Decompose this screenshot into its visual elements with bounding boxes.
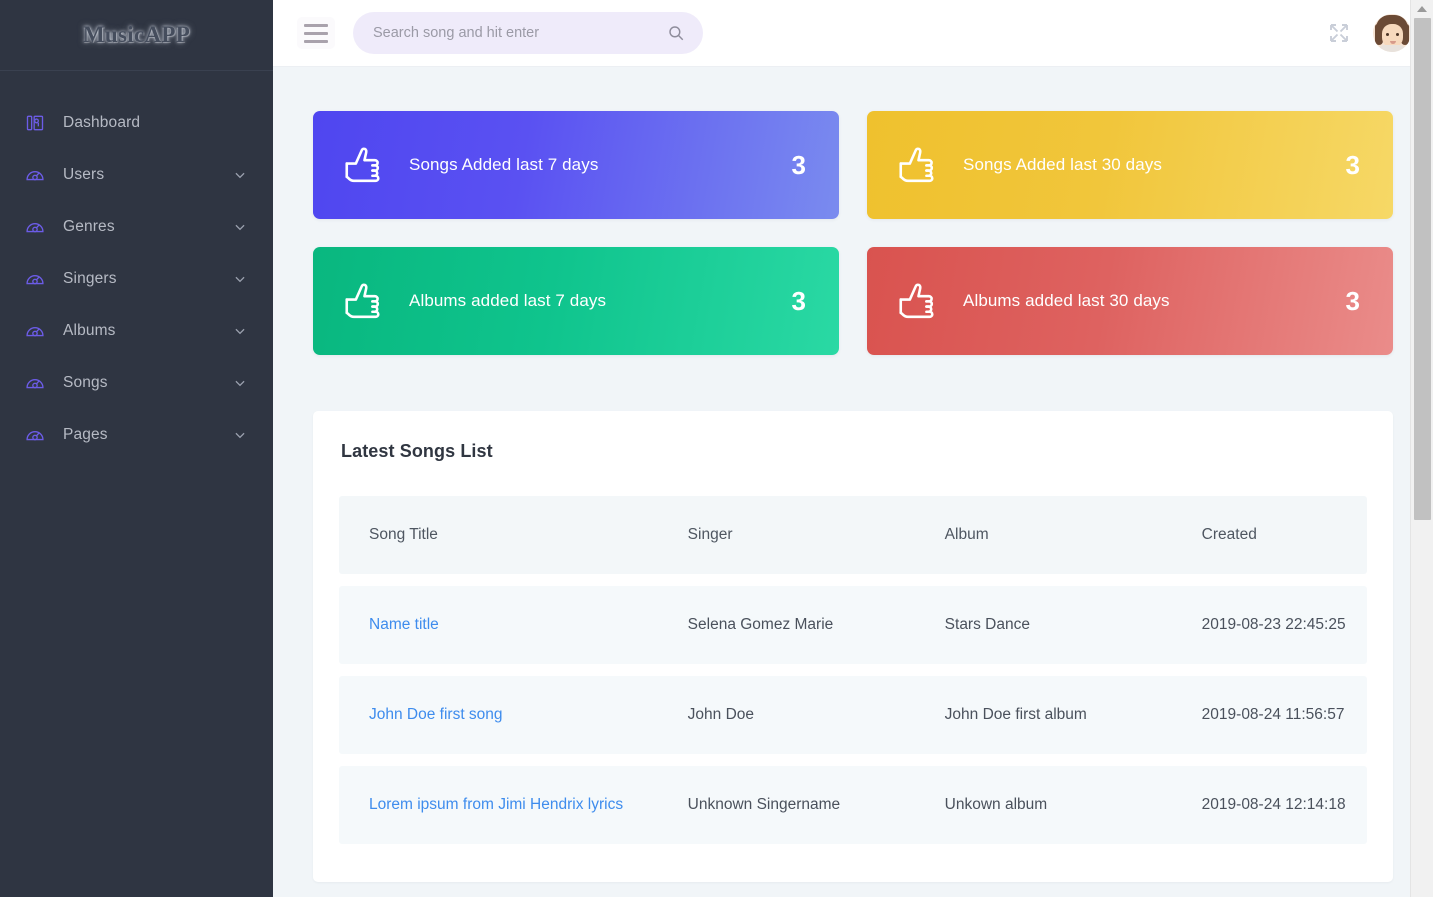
- avatar-shoulders: [1378, 45, 1406, 52]
- sidebar-item-songs[interactable]: Songs: [0, 357, 273, 409]
- vertical-scrollbar[interactable]: [1410, 0, 1433, 897]
- chevron-down-icon[interactable]: [233, 220, 247, 234]
- cell-singer: Unknown Singername: [657, 766, 915, 844]
- cell-album: John Doe first album: [914, 676, 1172, 754]
- cell-song-title: Name title: [339, 586, 658, 664]
- thumbs-up-icon: [341, 278, 387, 324]
- thumbs-up-icon: [895, 142, 941, 188]
- sidebar-item-albums[interactable]: Albums: [0, 305, 273, 357]
- app-root: MusicAPP Dashboard Users Genres Singers …: [0, 0, 1433, 897]
- chevron-down-icon[interactable]: [233, 324, 247, 338]
- stat-card-value: 3: [1345, 149, 1360, 180]
- sidebar-nav: Dashboard Users Genres Singers Albums So…: [0, 71, 273, 461]
- sidebar: MusicAPP Dashboard Users Genres Singers …: [0, 0, 273, 897]
- scrollbar-thumb[interactable]: [1414, 18, 1431, 520]
- latest-songs-table: Song Title Singer Album Created Name tit…: [339, 484, 1367, 856]
- column-header-created[interactable]: Created: [1171, 496, 1367, 574]
- latest-songs-panel: Latest Songs List Song Title Singer Albu…: [313, 411, 1393, 882]
- stat-card-albums-30-days[interactable]: Albums added last 30 days 3: [867, 247, 1393, 355]
- sidebar-item-label: Dashboard: [63, 114, 141, 131]
- gauge-icon: [24, 216, 46, 238]
- column-header-singer[interactable]: Singer: [657, 496, 915, 574]
- table-head: Song Title Singer Album Created: [339, 496, 1367, 574]
- topbar-actions: [1327, 14, 1411, 52]
- hamburger-bar: [304, 31, 328, 35]
- dashboard-icon: [24, 112, 46, 134]
- avatar-eye: [1386, 33, 1389, 36]
- search-input[interactable]: [373, 25, 667, 41]
- cell-song-title: Lorem ipsum from Jimi Hendrix lyrics: [339, 766, 658, 844]
- cell-album: Unkown album: [914, 766, 1172, 844]
- song-title-link[interactable]: Name title: [369, 616, 439, 633]
- scroll-up-arrow-glyph: [1417, 6, 1427, 12]
- sidebar-item-label: Singers: [63, 270, 117, 287]
- stat-card-value: 3: [791, 149, 806, 180]
- main-area: Songs Added last 7 days 3 Songs Added: [273, 0, 1433, 897]
- dashboard-content: Songs Added last 7 days 3 Songs Added la…: [273, 67, 1433, 897]
- sidebar-item-label: Songs: [63, 374, 108, 391]
- table-row: Lorem ipsum from Jimi Hendrix lyrics Unk…: [339, 766, 1367, 844]
- stat-card-label: Albums added last 30 days: [963, 291, 1170, 310]
- table-row: John Doe first song John Doe John Doe fi…: [339, 676, 1367, 754]
- gauge-icon: [24, 268, 46, 290]
- sidebar-item-users[interactable]: Users: [0, 149, 273, 201]
- song-title-link[interactable]: John Doe first song: [369, 706, 503, 723]
- hamburger-icon[interactable]: [297, 17, 335, 49]
- chevron-down-icon[interactable]: [233, 376, 247, 390]
- topbar: [273, 0, 1433, 67]
- brand-logo[interactable]: MusicAPP: [0, 0, 273, 71]
- gauge-icon: [24, 372, 46, 394]
- expand-arrows-icon[interactable]: [1327, 21, 1351, 45]
- cell-created: 2019-08-24 11:56:57: [1171, 676, 1367, 754]
- sidebar-item-dashboard[interactable]: Dashboard: [0, 97, 273, 149]
- column-header-song-title[interactable]: Song Title: [339, 496, 658, 574]
- stat-card-value: 3: [1345, 285, 1360, 316]
- sidebar-item-singers[interactable]: Singers: [0, 253, 273, 305]
- cell-singer: Selena Gomez Marie: [657, 586, 915, 664]
- thumbs-up-icon: [341, 142, 387, 188]
- sidebar-item-label: Albums: [63, 322, 116, 339]
- sidebar-item-label: Users: [63, 166, 105, 183]
- table-header-row: Song Title Singer Album Created: [339, 496, 1367, 574]
- sidebar-item-pages[interactable]: Pages: [0, 409, 273, 461]
- avatar-mouth: [1390, 41, 1396, 44]
- chevron-down-icon[interactable]: [233, 272, 247, 286]
- search-box[interactable]: [353, 12, 703, 54]
- stat-card-albums-7-days[interactable]: Albums added last 7 days 3: [313, 247, 839, 355]
- gauge-icon: [24, 164, 46, 186]
- sidebar-item-genres[interactable]: Genres: [0, 201, 273, 253]
- song-title-link[interactable]: Lorem ipsum from Jimi Hendrix lyrics: [369, 796, 623, 813]
- scroll-up-arrow-icon[interactable]: [1411, 0, 1433, 18]
- stat-card-value: 3: [791, 285, 806, 316]
- sidebar-item-label: Genres: [63, 218, 115, 235]
- thumbs-up-icon: [895, 278, 941, 324]
- table-row: Name title Selena Gomez Marie Stars Danc…: [339, 586, 1367, 664]
- brand-logo-text: MusicAPP: [82, 22, 191, 47]
- cell-created: 2019-08-23 22:45:25: [1171, 586, 1367, 664]
- sidebar-item-label: Pages: [63, 426, 108, 443]
- stat-card-grid: Songs Added last 7 days 3 Songs Added la…: [313, 67, 1393, 355]
- column-header-album[interactable]: Album: [914, 496, 1172, 574]
- stat-card-label: Songs Added last 30 days: [963, 155, 1162, 174]
- chevron-down-icon[interactable]: [233, 428, 247, 442]
- cell-singer: John Doe: [657, 676, 915, 754]
- chevron-down-icon[interactable]: [233, 168, 247, 182]
- cell-album: Stars Dance: [914, 586, 1172, 664]
- avatar[interactable]: [1373, 14, 1411, 52]
- stat-card-songs-30-days[interactable]: Songs Added last 30 days 3: [867, 111, 1393, 219]
- gauge-icon: [24, 320, 46, 342]
- avatar-eye: [1396, 33, 1399, 36]
- stat-card-label: Albums added last 7 days: [409, 291, 607, 310]
- gauge-icon: [24, 424, 46, 446]
- search-icon[interactable]: [667, 24, 685, 42]
- hamburger-bar: [304, 39, 328, 43]
- stat-card-label: Songs Added last 7 days: [409, 155, 599, 174]
- table-body: Name title Selena Gomez Marie Stars Danc…: [339, 586, 1367, 844]
- cell-created: 2019-08-24 12:14:18: [1171, 766, 1367, 844]
- page-title: Latest Songs List: [341, 441, 493, 461]
- hamburger-bar: [304, 23, 328, 27]
- cell-song-title: John Doe first song: [339, 676, 658, 754]
- stat-card-songs-7-days[interactable]: Songs Added last 7 days 3: [313, 111, 839, 219]
